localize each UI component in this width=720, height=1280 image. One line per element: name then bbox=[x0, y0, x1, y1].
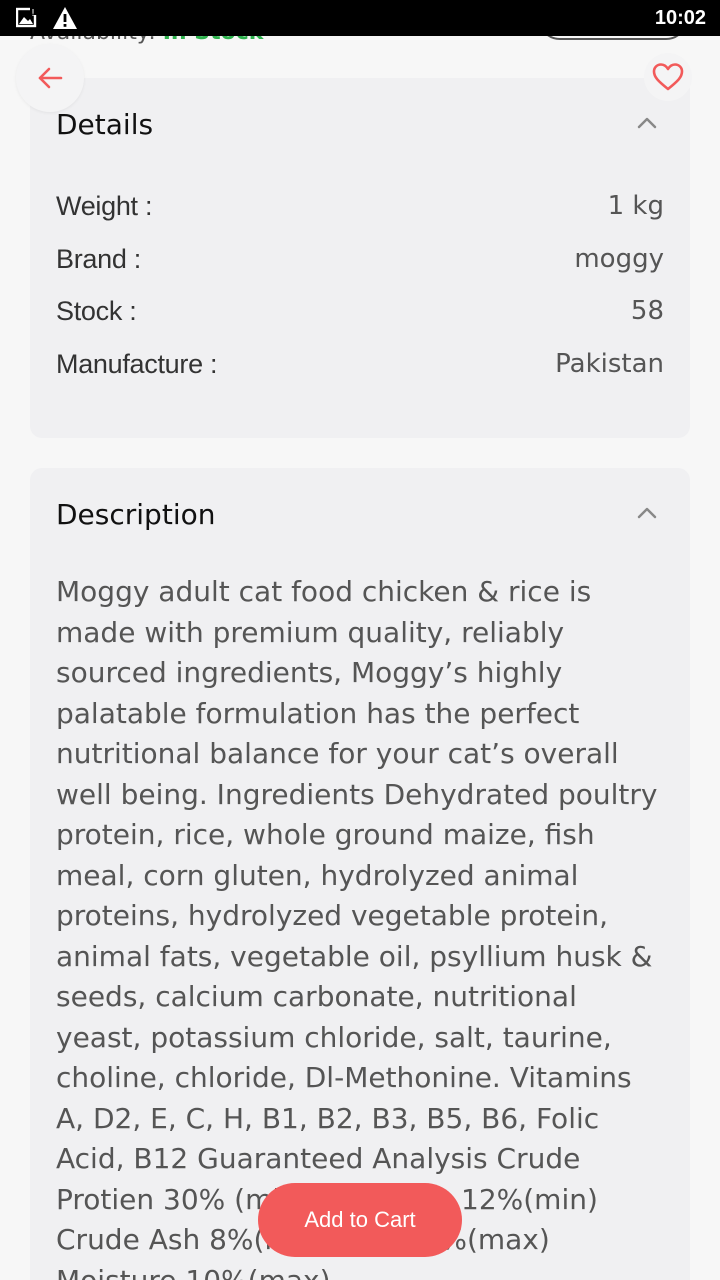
detail-row-weight: Weight : 1 kg bbox=[56, 186, 664, 226]
detail-row-stock: Stock : 58 bbox=[56, 291, 664, 331]
detail-row-brand: Brand : moggy bbox=[56, 239, 664, 279]
detail-label: Weight : bbox=[56, 190, 153, 221]
description-text: Moggy adult cat food chicken & rice is m… bbox=[56, 575, 658, 1280]
detail-row-manufacture: Manufacture : Pakistan bbox=[56, 344, 664, 384]
chevron-up-icon[interactable] bbox=[636, 116, 658, 130]
heart-outline-icon bbox=[652, 63, 684, 91]
status-bar: ! 10:02 bbox=[0, 0, 720, 36]
status-time: 10:02 bbox=[654, 6, 706, 29]
favorite-button[interactable] bbox=[644, 53, 692, 101]
details-card: Details Weight : 1 kg Brand : moggy Stoc… bbox=[30, 78, 690, 438]
detail-value: moggy bbox=[574, 244, 664, 274]
availability-value: In Stock bbox=[163, 36, 264, 45]
add-to-cart-button[interactable]: Add to Cart bbox=[258, 1183, 462, 1257]
image-icon: ! bbox=[16, 7, 38, 28]
description-title: Description bbox=[56, 498, 216, 531]
back-button[interactable] bbox=[16, 44, 84, 112]
detail-label: Manufacture : bbox=[56, 348, 218, 379]
warning-icon bbox=[53, 7, 77, 29]
detail-label: Stock : bbox=[56, 295, 137, 326]
detail-value: 1 kg bbox=[607, 191, 664, 221]
arrow-left-icon bbox=[38, 67, 63, 89]
status-icons: ! bbox=[16, 6, 78, 30]
quantity-pill[interactable] bbox=[538, 36, 688, 40]
description-card: Description Moggy adult cat food chicken… bbox=[30, 468, 690, 1280]
svg-text:!: ! bbox=[31, 8, 35, 19]
details-title: Details bbox=[56, 108, 154, 141]
detail-value: Pakistan bbox=[555, 349, 664, 379]
chevron-up-icon[interactable] bbox=[636, 506, 658, 520]
availability-row: Availability: In Stock bbox=[30, 36, 263, 45]
detail-value: 58 bbox=[630, 296, 664, 326]
scrolled-content-peek: Availability: In Stock bbox=[0, 36, 720, 46]
detail-label: Brand : bbox=[56, 243, 141, 274]
